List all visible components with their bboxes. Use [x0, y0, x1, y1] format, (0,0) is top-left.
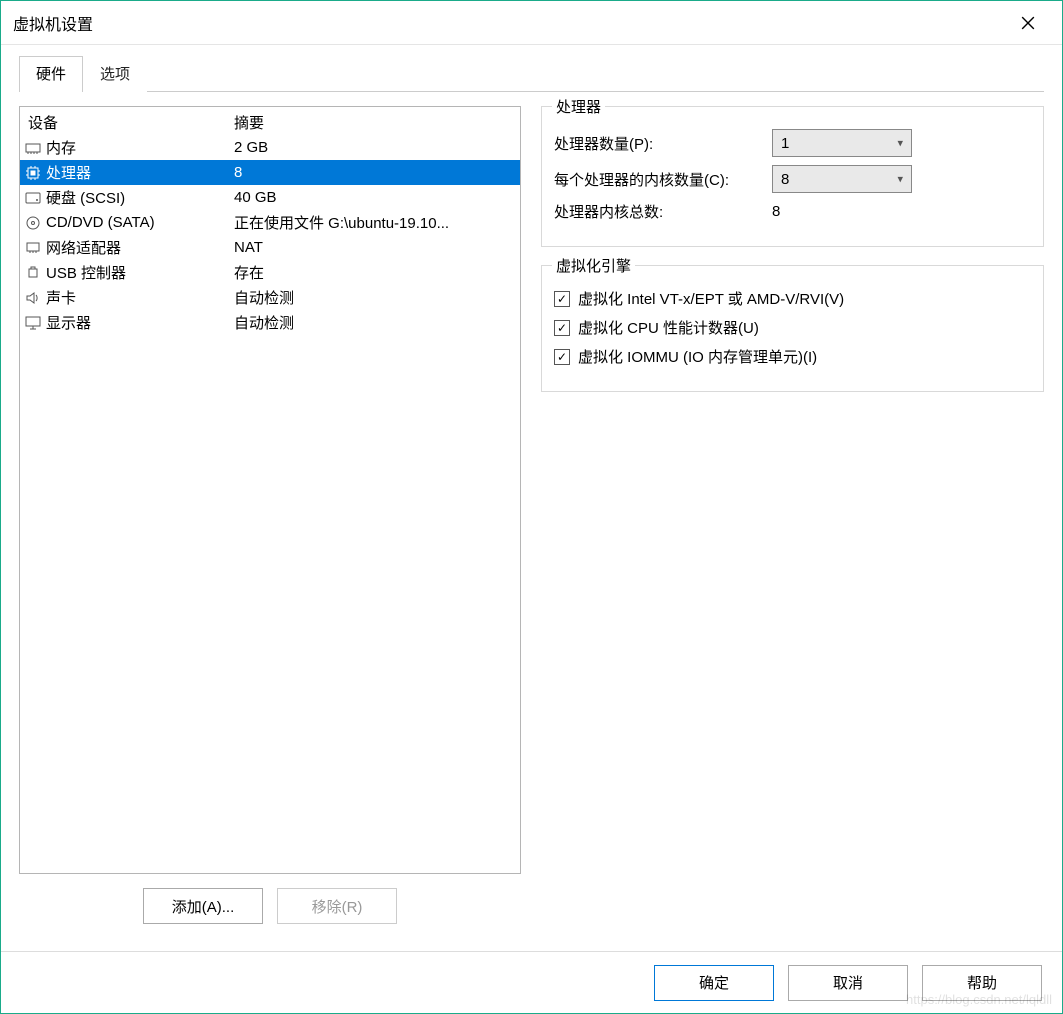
dialog-buttons: 确定 取消 帮助	[1, 951, 1062, 1013]
list-item[interactable]: 声卡 自动检测	[20, 285, 520, 310]
device-summary: 正在使用文件 G:\ubuntu-19.10...	[234, 212, 516, 233]
device-name: 声卡	[46, 287, 76, 308]
chevron-down-icon: ▾	[897, 137, 903, 150]
usb-icon	[24, 264, 42, 282]
device-name: USB 控制器	[46, 262, 126, 283]
cores-per-processor-label: 每个处理器的内核数量(C):	[554, 169, 772, 190]
device-name: 硬盘 (SCSI)	[46, 187, 125, 208]
sound-icon	[24, 289, 42, 307]
vt-x-label: 虚拟化 Intel VT-x/EPT 或 AMD-V/RVI(V)	[578, 288, 844, 309]
device-name: 处理器	[46, 162, 91, 183]
list-header: 设备 摘要	[20, 107, 520, 135]
processor-group-title: 处理器	[552, 96, 605, 117]
device-summary: 自动检测	[234, 312, 516, 333]
add-button[interactable]: 添加(A)...	[143, 888, 263, 924]
tab-bar: 硬件 选项	[19, 55, 1044, 92]
processor-count-value: 1	[781, 135, 789, 152]
device-summary: 存在	[234, 262, 516, 283]
cpu-perf-label: 虚拟化 CPU 性能计数器(U)	[578, 317, 759, 338]
device-list[interactable]: 设备 摘要 内存 2 GB	[19, 106, 521, 874]
device-summary: NAT	[234, 239, 516, 256]
help-button[interactable]: 帮助	[922, 965, 1042, 1001]
virtualization-group: 虚拟化引擎 ✓ 虚拟化 Intel VT-x/EPT 或 AMD-V/RVI(V…	[541, 265, 1044, 392]
remove-button[interactable]: 移除(R)	[277, 888, 397, 924]
list-item[interactable]: 网络适配器 NAT	[20, 235, 520, 260]
total-cores-label: 处理器内核总数:	[554, 201, 772, 222]
cores-per-processor-value: 8	[781, 171, 789, 188]
virtualization-group-title: 虚拟化引擎	[552, 255, 635, 276]
close-button[interactable]	[1006, 1, 1050, 45]
device-summary: 2 GB	[234, 139, 516, 156]
header-device: 设备	[24, 112, 234, 133]
cd-icon	[24, 214, 42, 232]
nic-icon	[24, 239, 42, 257]
close-icon	[1021, 16, 1035, 30]
list-item[interactable]: 显示器 自动检测	[20, 310, 520, 335]
device-summary: 40 GB	[234, 189, 516, 206]
device-summary: 自动检测	[234, 287, 516, 308]
window-title: 虚拟机设置	[13, 11, 1006, 35]
list-item[interactable]: 内存 2 GB	[20, 135, 520, 160]
cpu-icon	[24, 164, 42, 182]
device-summary: 8	[234, 164, 516, 181]
list-item[interactable]: USB 控制器 存在	[20, 260, 520, 285]
total-cores-value: 8	[772, 203, 912, 220]
titlebar: 虚拟机设置	[1, 1, 1062, 45]
iommu-label: 虚拟化 IOMMU (IO 内存管理单元)(I)	[578, 346, 817, 367]
header-summary: 摘要	[234, 112, 516, 133]
processor-count-select[interactable]: 1 ▾	[772, 129, 912, 157]
device-name: 网络适配器	[46, 237, 121, 258]
disk-icon	[24, 189, 42, 207]
cores-per-processor-select[interactable]: 8 ▾	[772, 165, 912, 193]
display-icon	[24, 314, 42, 332]
chevron-down-icon: ▾	[897, 173, 903, 186]
device-name: 内存	[46, 137, 76, 158]
ok-button[interactable]: 确定	[654, 965, 774, 1001]
cancel-button[interactable]: 取消	[788, 965, 908, 1001]
device-name: CD/DVD (SATA)	[46, 214, 155, 231]
tab-hardware[interactable]: 硬件	[19, 56, 83, 92]
checkbox-iommu[interactable]: ✓	[554, 349, 570, 365]
processor-count-label: 处理器数量(P):	[554, 133, 772, 154]
checkbox-vt-x[interactable]: ✓	[554, 291, 570, 307]
list-item[interactable]: 处理器 8	[20, 160, 520, 185]
checkbox-cpu-perf[interactable]: ✓	[554, 320, 570, 336]
list-item[interactable]: 硬盘 (SCSI) 40 GB	[20, 185, 520, 210]
processor-group: 处理器 处理器数量(P): 1 ▾ 每个处理器的内核数量(C): 8 ▾	[541, 106, 1044, 247]
list-item[interactable]: CD/DVD (SATA) 正在使用文件 G:\ubuntu-19.10...	[20, 210, 520, 235]
tab-options[interactable]: 选项	[83, 56, 147, 92]
device-name: 显示器	[46, 312, 91, 333]
memory-icon	[24, 139, 42, 157]
